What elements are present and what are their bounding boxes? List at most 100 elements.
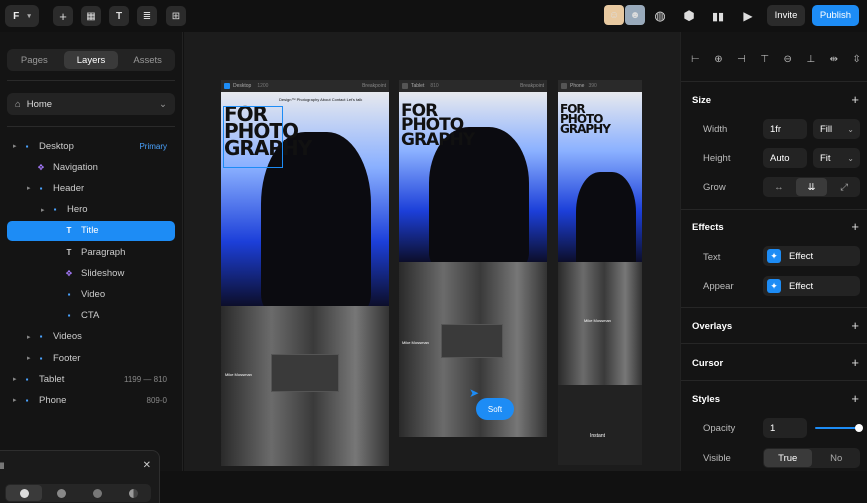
frame-icon: ▪ bbox=[53, 205, 57, 215]
grow-both-option[interactable]: ⤢ bbox=[828, 177, 860, 197]
align-right-icon[interactable]: ⊣ bbox=[737, 54, 746, 68]
text-icon: T bbox=[66, 226, 72, 236]
swatch-option[interactable] bbox=[79, 484, 115, 502]
page-select-label: Home bbox=[26, 98, 53, 110]
top-toolbar: F ▾ + ▦ T ≣ ⊞ ☺ ☻ ◍ ⬢ ▮▮ ▶ Invite Publish bbox=[0, 0, 867, 32]
opacity-slider-handle[interactable] bbox=[855, 424, 863, 432]
grow-vertical-option[interactable]: ⇊ bbox=[795, 178, 828, 196]
layer-row[interactable]: ▪ Video bbox=[7, 284, 175, 304]
layer-row[interactable]: ▸ ▪ Footer bbox=[7, 348, 175, 368]
globe-button[interactable]: ◍ bbox=[650, 6, 670, 26]
align-center-v-icon[interactable]: ⊖ bbox=[784, 54, 792, 68]
align-top-icon[interactable]: ⊤ bbox=[760, 54, 769, 68]
text-effect-value: Effect bbox=[789, 250, 814, 262]
opacity-slider[interactable] bbox=[815, 424, 863, 432]
database-icon: ≣ bbox=[142, 10, 152, 22]
width-mode-select[interactable]: Fill ⌄ bbox=[813, 119, 860, 139]
frame-size: 810 bbox=[430, 83, 439, 89]
layer-row[interactable]: ▸ ▪ Videos bbox=[7, 327, 175, 347]
analytics-button[interactable]: ▮▮ bbox=[708, 6, 728, 26]
layer-row[interactable]: ▸ ▪ Phone 809-0 bbox=[7, 390, 175, 410]
avatar[interactable]: ☻ bbox=[625, 5, 645, 25]
divider bbox=[681, 209, 867, 210]
plus-icon[interactable]: + bbox=[851, 355, 859, 370]
align-center-h-icon[interactable]: ⊕ bbox=[714, 54, 722, 68]
expand-arrow-icon[interactable]: ▸ bbox=[27, 354, 35, 362]
close-icon[interactable]: ✕ bbox=[143, 460, 151, 471]
tablet-frame[interactable]: Tablet 810 Breakpoint FOR PHOTO GRAPHY Mik… bbox=[399, 80, 547, 437]
phone-frame[interactable]: Phone 390 FOR PHOTO GRAPHY Mike Mossman I… bbox=[558, 80, 642, 465]
swatch-option[interactable] bbox=[6, 485, 42, 501]
plus-icon[interactable]: + bbox=[851, 92, 859, 107]
text-effect-button[interactable]: ✦ Effect bbox=[763, 246, 860, 266]
distribute-h-icon[interactable]: ⇹ bbox=[830, 54, 838, 68]
sparkle-icon: ✦ bbox=[767, 249, 781, 263]
visible-true-option[interactable]: True bbox=[764, 449, 812, 467]
caption: Mike Mossman bbox=[402, 340, 429, 345]
breakpoint-badge: Breakpoint bbox=[362, 83, 386, 89]
publish-button[interactable]: Publish bbox=[812, 5, 859, 26]
visible-false-option[interactable]: No bbox=[813, 448, 861, 468]
height-mode-select[interactable]: Fit ⌄ bbox=[813, 148, 860, 168]
layer-row[interactable]: T Paragraph bbox=[7, 242, 175, 262]
insert-button[interactable]: + bbox=[53, 6, 73, 26]
distribute-v-icon[interactable]: ⇳ bbox=[853, 54, 861, 68]
half-circle-icon bbox=[128, 488, 138, 498]
page-select[interactable]: ⌂ Home ⌄ bbox=[7, 93, 175, 115]
layer-row[interactable]: ▸ ▪ Header bbox=[7, 178, 175, 198]
hero-image: Design™ Photography About Contact Let's … bbox=[221, 92, 389, 306]
tab-assets[interactable]: Assets bbox=[120, 49, 175, 71]
layer-row[interactable]: ✥ Slideshow bbox=[7, 263, 175, 283]
nav-text: Design™ Photography About Contact Let's … bbox=[279, 97, 363, 102]
expand-arrow-icon[interactable]: ▸ bbox=[27, 184, 35, 192]
framer-logo-icon: F bbox=[13, 10, 20, 22]
layer-row[interactable]: ✥ Navigation bbox=[7, 157, 175, 177]
appear-effect-button[interactable]: ✦ Effect bbox=[763, 276, 860, 296]
preview-button[interactable]: ▶ bbox=[738, 6, 758, 26]
tab-pages[interactable]: Pages bbox=[7, 49, 62, 71]
cursor-pointer-icon: ➤ bbox=[469, 386, 480, 400]
width-input[interactable]: 1fr bbox=[763, 119, 807, 139]
photographer-figure bbox=[576, 172, 636, 262]
text-tool-button[interactable]: T bbox=[109, 6, 129, 26]
height-input[interactable]: Auto bbox=[763, 148, 807, 168]
layer-row[interactable]: T Title bbox=[7, 220, 175, 241]
swatch-option[interactable] bbox=[115, 484, 151, 502]
layout-button[interactable]: ▦ bbox=[81, 6, 101, 26]
frame-header: Tablet 810 Breakpoint bbox=[399, 80, 547, 92]
layer-row[interactable]: ▪ CTA bbox=[7, 306, 175, 326]
settings-button[interactable]: ⬢ bbox=[679, 6, 699, 26]
opacity-input[interactable]: 1 bbox=[763, 418, 807, 438]
plus-icon[interactable]: + bbox=[851, 219, 859, 234]
canvas[interactable]: Desktop 1200 Breakpoint Design™ Photograph… bbox=[184, 32, 680, 471]
videos-section: Mike Mossman bbox=[558, 262, 642, 385]
layer-row[interactable]: ▸ ▪ Hero bbox=[7, 200, 175, 220]
plus-icon[interactable]: + bbox=[851, 391, 859, 406]
avatar[interactable]: ☺ bbox=[604, 5, 624, 25]
appear-effect-value: Effect bbox=[789, 280, 814, 292]
section-title: Instant bbox=[590, 433, 606, 439]
expand-arrow-icon[interactable]: ▸ bbox=[41, 206, 49, 214]
expand-arrow-icon[interactable]: ▸ bbox=[13, 375, 21, 383]
align-left-icon[interactable]: ⊢ bbox=[691, 54, 700, 68]
cursor-section-title: Cursor bbox=[692, 358, 724, 369]
align-bottom-icon[interactable]: ⊥ bbox=[806, 54, 815, 68]
frame-icon: ▪ bbox=[67, 311, 71, 321]
framer-menu-button[interactable]: F ▾ bbox=[5, 5, 39, 27]
desktop-frame[interactable]: Desktop 1200 Breakpoint Design™ Photograph… bbox=[221, 80, 389, 466]
frame-icon: ▪ bbox=[25, 395, 29, 405]
invite-button[interactable]: Invite bbox=[767, 5, 805, 26]
tab-layers[interactable]: Layers bbox=[63, 51, 119, 69]
frame-icon bbox=[402, 83, 408, 89]
expand-arrow-icon[interactable]: ▸ bbox=[27, 333, 35, 341]
cms-button[interactable]: ≣ bbox=[137, 6, 157, 26]
expand-arrow-icon[interactable]: ▸ bbox=[13, 142, 21, 150]
components-button[interactable]: ⊞ bbox=[166, 6, 186, 26]
layer-row[interactable]: ▸ ▪ Tablet 1199 — 810 bbox=[7, 369, 175, 389]
grow-horizontal-option[interactable]: ↔ bbox=[763, 177, 795, 197]
expand-arrow-icon[interactable]: ▸ bbox=[13, 396, 21, 404]
layer-label: Navigation bbox=[53, 161, 98, 173]
layer-row[interactable]: ▸ ▪ Desktop Primary bbox=[7, 136, 175, 156]
plus-icon[interactable]: + bbox=[851, 318, 859, 333]
swatch-option[interactable] bbox=[43, 484, 79, 502]
